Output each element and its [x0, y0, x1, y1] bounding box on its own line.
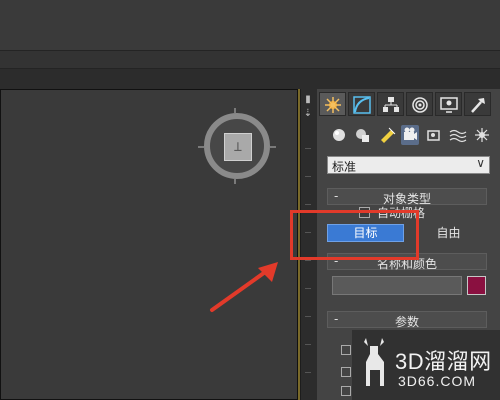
ribbon-bar: [0, 51, 500, 69]
tab-create[interactable]: [319, 92, 346, 116]
cameras-icon[interactable]: [401, 125, 419, 145]
parameter-control[interactable]: [341, 386, 351, 396]
rollout-title: 参数: [394, 315, 419, 329]
deer-logo-icon: [364, 338, 384, 386]
strip-tick: [305, 176, 311, 177]
watermark-text: 3D溜溜网: [395, 349, 492, 374]
viewcube-tick: [234, 108, 236, 113]
pin-icon[interactable]: ▮: [303, 94, 313, 105]
watermark-url: 3D66.COM: [398, 373, 477, 389]
rollout-parameters-header[interactable]: - 参数: [327, 311, 487, 329]
chevron-down-icon: ∨: [476, 156, 485, 170]
utilities-icon: [471, 98, 485, 113]
object-color-swatch[interactable]: [467, 276, 486, 295]
category-dropdown-value: 标准: [332, 160, 357, 174]
lights-icon[interactable]: [378, 125, 396, 145]
viewcube-face-glyph: ⊥: [233, 139, 243, 155]
main-toolbar: [0, 0, 500, 51]
viewcube[interactable]: ⊥: [204, 113, 270, 179]
strip-tick: [305, 260, 311, 261]
strip-tick: [305, 148, 311, 149]
parameter-control[interactable]: [341, 345, 351, 355]
modify-icon: [353, 96, 371, 114]
tab-display[interactable]: [435, 92, 462, 116]
geometry-icon[interactable]: [330, 125, 348, 145]
strip-tick: [305, 316, 311, 317]
parameter-control[interactable]: [341, 367, 351, 377]
tab-modify[interactable]: [348, 92, 375, 116]
tab-utilities[interactable]: [464, 92, 491, 116]
create-icon: [325, 97, 341, 113]
free-camera-button[interactable]: 自由: [410, 224, 487, 242]
helpers-icon[interactable]: [425, 125, 443, 145]
shapes-icon[interactable]: [354, 125, 372, 145]
strip-tick: [305, 372, 311, 373]
viewcube-face[interactable]: ⊥: [224, 133, 252, 161]
systems-icon[interactable]: [473, 125, 491, 145]
annotation-arrow: [210, 262, 278, 312]
viewcube-tick: [234, 179, 236, 184]
strip-tick: [305, 288, 311, 289]
strip-tick: [305, 204, 311, 205]
display-icon: [440, 97, 458, 113]
rollout-object-type-header[interactable]: - 对象类型: [327, 188, 487, 206]
tab-motion[interactable]: [406, 92, 433, 116]
annotation-highlight-box: [290, 210, 419, 260]
hierarchy-icon: [383, 97, 399, 112]
space-warps-icon[interactable]: [449, 125, 467, 145]
motion-icon: [412, 97, 428, 113]
category-dropdown[interactable]: 标准 ∨: [327, 156, 490, 174]
bone-icon[interactable]: ⇣: [303, 108, 313, 119]
object-name-field[interactable]: [332, 276, 462, 295]
tab-hierarchy[interactable]: [377, 92, 404, 116]
viewcube-tick: [270, 146, 276, 148]
viewcube-tick: [198, 146, 204, 148]
strip-tick: [305, 344, 311, 345]
